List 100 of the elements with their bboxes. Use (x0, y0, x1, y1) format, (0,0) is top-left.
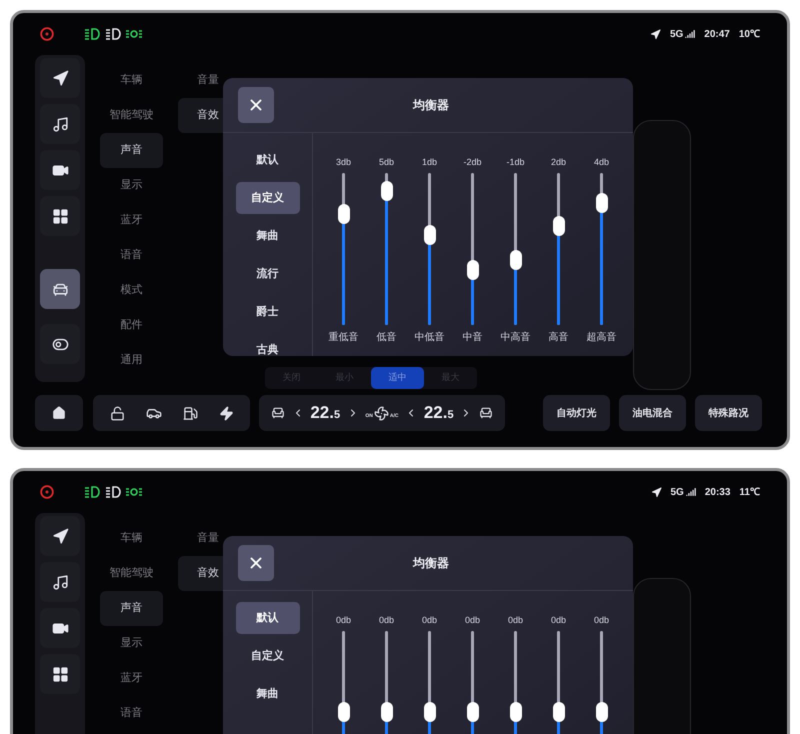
quick-action-button[interactable]: 特殊路况 (695, 395, 762, 431)
quick-action-button[interactable]: 油电混合 (619, 395, 686, 431)
band-gain-label: 0db (550, 614, 566, 627)
location-icon (650, 28, 661, 40)
signal-icon (686, 487, 696, 497)
settings-menu-item[interactable]: 智能驾驶 (100, 556, 163, 591)
slider-thumb[interactable] (466, 702, 478, 722)
preset-option[interactable]: 默认 (236, 144, 300, 176)
apps-grid-icon (52, 666, 68, 682)
preset-option[interactable]: 爵士 (236, 296, 300, 328)
slider-thumb[interactable] (510, 702, 522, 722)
band-name: 高音 (548, 330, 568, 345)
volume-mode-option[interactable]: 适中 (371, 367, 424, 389)
fuel-nozzle-icon[interactable] (182, 406, 198, 420)
nav-rail-button[interactable] (40, 196, 80, 236)
network-label: 5G (670, 28, 684, 42)
preset-option[interactable]: 舞曲 (236, 678, 300, 710)
settings-menu-item[interactable]: 车辆 (100, 63, 163, 98)
quick-action-button[interactable]: 自动灯光 (543, 395, 610, 431)
preset-option[interactable]: 流行 (236, 258, 300, 290)
parking-lights-icon (126, 29, 142, 39)
nav-rail-button[interactable] (40, 516, 80, 556)
nav-rail-button[interactable] (40, 104, 80, 144)
slider-thumb[interactable] (424, 225, 436, 246)
brake-warning-icon (40, 27, 54, 41)
nav-rail-button[interactable] (40, 654, 80, 694)
preset-option[interactable]: 舞曲 (236, 220, 300, 252)
lightning-icon[interactable] (218, 406, 234, 420)
slider-thumb[interactable] (380, 702, 392, 722)
settings-menu-item[interactable]: 蓝牙 (100, 203, 163, 238)
apps-grid-icon (52, 208, 68, 224)
high-beam-icon (105, 28, 121, 40)
brake-warning-icon (40, 485, 54, 499)
slider-thumb[interactable] (552, 702, 564, 722)
slider-thumb[interactable] (510, 250, 522, 270)
slider-thumb[interactable] (596, 193, 608, 214)
band-gain-label: 0db (378, 614, 394, 627)
music-note-icon (52, 116, 68, 132)
dialog-title: 均衡器 (413, 97, 449, 114)
band-gain-label: 1db (422, 156, 438, 169)
band-name: 中音 (462, 330, 482, 345)
settings-menu-item[interactable]: 语音 (100, 238, 163, 273)
slider-thumb[interactable] (552, 216, 564, 236)
settings-menu-item[interactable]: 声音 (100, 591, 163, 626)
navigation-icon (52, 70, 68, 86)
slider-thumb[interactable] (338, 702, 350, 722)
nav-rail-button[interactable] (40, 58, 80, 98)
music-note-icon (52, 574, 68, 590)
band-gain-label: 5db (378, 156, 394, 169)
clock-time: 20:33 (704, 486, 730, 500)
home-button[interactable] (35, 395, 83, 431)
nav-rail-button[interactable] (40, 324, 80, 364)
seat-heat-icon[interactable] (478, 406, 493, 420)
slider-thumb[interactable] (424, 702, 436, 722)
settings-menu-item[interactable]: 配件 (100, 308, 163, 343)
low-beam-icon (84, 486, 100, 498)
settings-menu-item[interactable]: 车辆 (100, 521, 163, 556)
temperature-reading: 11℃ (739, 486, 760, 500)
high-beam-icon (105, 486, 121, 498)
settings-menu-item[interactable]: 语音 (100, 696, 163, 731)
left-temperature: 22.5 (310, 402, 340, 424)
close-button[interactable] (238, 87, 274, 123)
home-icon (52, 406, 66, 420)
band-gain-label: 0db (336, 614, 352, 627)
parking-lights-icon (126, 487, 142, 497)
nav-rail-button[interactable] (40, 269, 80, 309)
slider-thumb[interactable] (338, 204, 350, 224)
band-name: 中低音 (414, 330, 444, 345)
band-gain-label: 0db (422, 614, 438, 627)
close-button[interactable] (238, 545, 274, 581)
band-gain-label: -2db (463, 156, 482, 169)
settings-menu-item[interactable]: 通用 (100, 343, 163, 378)
slider-thumb[interactable] (466, 260, 478, 280)
seat-heat-icon[interactable] (271, 406, 285, 420)
band-gain-label: 0db (464, 614, 480, 627)
unlock-icon[interactable] (110, 406, 124, 420)
settings-menu-item[interactable]: 显示 (100, 168, 163, 203)
preset-option[interactable]: 古典 (236, 334, 300, 356)
dialog-title: 均衡器 (413, 555, 449, 572)
nav-rail-button[interactable] (40, 562, 80, 602)
navigation-icon (52, 528, 68, 544)
settings-menu-item[interactable]: 蓝牙 (100, 661, 163, 696)
preset-option[interactable]: 自定义 (236, 640, 300, 672)
fan-icon[interactable] (374, 406, 389, 420)
nav-rail-button[interactable] (40, 608, 80, 648)
settings-menu-item[interactable]: 声音 (100, 133, 163, 168)
nav-rail-button[interactable] (40, 150, 80, 190)
band-gain-label: 0db (508, 614, 524, 627)
settings-menu-item[interactable]: 模式 (100, 273, 163, 308)
band-name: 超高音 (586, 330, 616, 345)
settings-menu-item[interactable]: 智能驾驶 (100, 98, 163, 133)
low-beam-icon (84, 28, 100, 40)
preset-option[interactable]: 默认 (236, 602, 300, 634)
slider-thumb[interactable] (380, 181, 392, 202)
preset-option[interactable]: 自定义 (236, 182, 300, 214)
slider-thumb[interactable] (596, 702, 608, 722)
right-temperature: 22.5 (424, 402, 454, 424)
temperature-reading: 10℃ (738, 28, 760, 42)
band-gain-label: 2db (550, 156, 566, 169)
settings-menu-item[interactable]: 显示 (100, 626, 163, 661)
